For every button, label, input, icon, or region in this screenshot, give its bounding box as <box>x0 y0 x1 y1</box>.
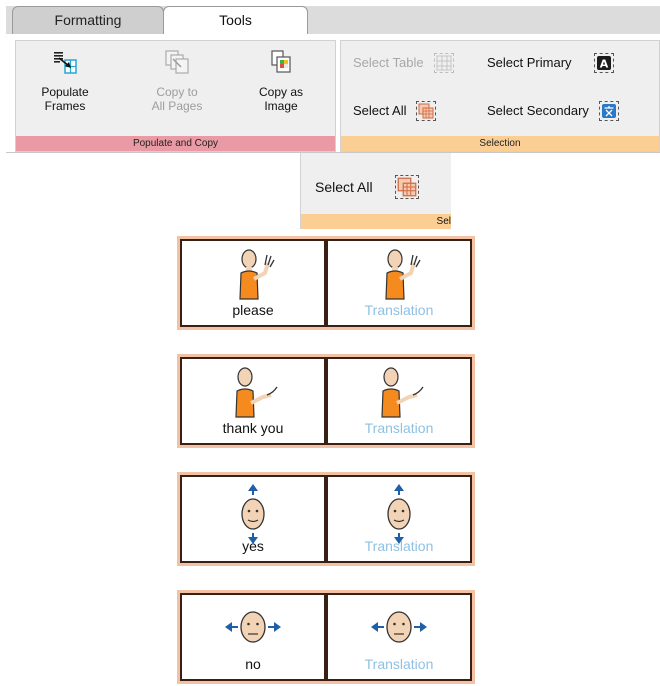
person-offering-hand-icon <box>235 367 278 418</box>
selection-group-label: Selection <box>341 136 659 151</box>
zoom-select-all-label: Select All <box>315 179 373 195</box>
card-row-yes[interactable]: yes Translation <box>177 472 475 566</box>
populate-frames-label-1: Populate <box>41 85 89 99</box>
translation-cell[interactable]: Translation <box>326 357 472 445</box>
select-secondary-button[interactable]: Select Secondary <box>487 97 619 125</box>
copy-pages-icon <box>165 50 189 74</box>
select-table-button[interactable]: Select Table <box>353 49 454 77</box>
face-shaking-icon <box>225 611 281 643</box>
select-primary-label: Select Primary <box>487 55 572 70</box>
primary-cell[interactable]: yes <box>180 475 326 563</box>
copy-to-all-pages-label-1: Copy to <box>156 85 198 99</box>
primary-cell[interactable]: no <box>180 593 326 681</box>
select-all-icon <box>416 101 437 121</box>
select-all-zoom-callout: Select All Sel <box>300 153 451 229</box>
select-secondary-label: Select Secondary <box>487 103 589 118</box>
copy-as-image-button[interactable]: Copy as Image <box>236 49 326 129</box>
copy-to-all-pages-label-2: All Pages <box>151 99 203 113</box>
tab-formatting[interactable]: Formatting <box>12 6 164 34</box>
translation-cell[interactable]: Translation <box>326 239 472 327</box>
card-word: yes <box>242 538 264 554</box>
card-word: please <box>232 302 274 318</box>
copy-image-icon <box>271 50 291 73</box>
populate-frames-label-2: Frames <box>44 99 86 113</box>
person-raised-hand-icon <box>239 249 275 300</box>
primary-cell[interactable]: thank you <box>180 357 326 445</box>
select-secondary-icon <box>598 101 619 121</box>
select-all-button[interactable]: Select All <box>353 97 437 125</box>
select-all-label: Select All <box>353 103 407 118</box>
populate-and-copy-group-label: Populate and Copy <box>16 136 335 151</box>
person-raised-hand-icon <box>385 249 421 300</box>
zoom-select-all-icon <box>394 175 419 199</box>
primary-cell[interactable]: please <box>180 239 326 327</box>
selection-group: Select Table Select All Select Primary A… <box>340 40 660 152</box>
face-nodding-icon <box>241 484 265 544</box>
populate-frames-icon <box>54 52 77 74</box>
select-table-icon <box>433 53 454 73</box>
select-primary-icon: A <box>593 53 614 73</box>
translation-cell[interactable]: Translation <box>326 475 472 563</box>
card-row-please[interactable]: please Translation <box>177 236 475 330</box>
face-nodding-icon <box>387 484 411 544</box>
card-row-no[interactable]: no Translation <box>177 590 475 684</box>
card-translation: Translation <box>364 302 434 318</box>
card-translation: Translation <box>364 538 434 554</box>
copy-as-image-label-2: Image <box>264 99 298 113</box>
populate-frames-button[interactable]: Populate Frames <box>20 49 110 129</box>
card-row-thank-you[interactable]: thank you Translation <box>177 354 475 448</box>
copy-as-image-label-1: Copy as <box>258 85 304 99</box>
zoom-group-label: Sel <box>301 214 451 229</box>
svg-text:A: A <box>599 58 608 71</box>
tab-tools[interactable]: Tools <box>163 6 308 35</box>
zoom-select-all-button[interactable]: Select All <box>315 173 419 201</box>
person-offering-hand-icon <box>381 367 424 418</box>
card-translation: Translation <box>364 656 434 672</box>
ribbon-panel: Populate Frames Copy to All Pages Copy a… <box>6 34 660 153</box>
select-primary-button[interactable]: Select Primary A <box>487 49 614 77</box>
copy-to-all-pages-button[interactable]: Copy to All Pages <box>132 49 222 129</box>
ribbon-tab-strip: Formatting Tools <box>6 6 660 35</box>
card-translation: Translation <box>364 420 434 436</box>
translation-cell[interactable]: Translation <box>326 593 472 681</box>
card-word: thank you <box>222 420 284 436</box>
populate-and-copy-group: Populate Frames Copy to All Pages Copy a… <box>15 40 336 152</box>
select-table-label: Select Table <box>353 55 424 70</box>
card-word: no <box>245 656 261 672</box>
face-shaking-icon <box>371 611 427 643</box>
